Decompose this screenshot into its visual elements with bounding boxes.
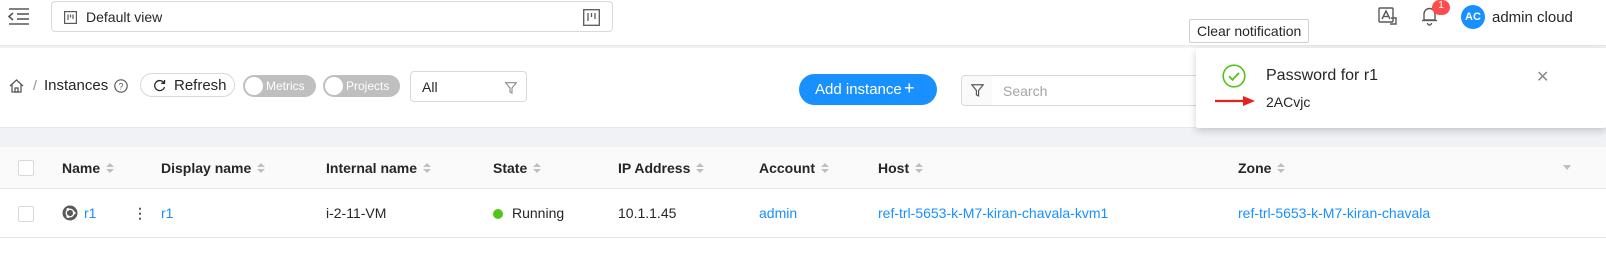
column-header-label: Host bbox=[878, 160, 910, 176]
toggle-knob bbox=[325, 77, 343, 95]
user-name[interactable]: admin cloud bbox=[1492, 9, 1573, 26]
column-header-internal-name[interactable]: Internal name bbox=[326, 160, 432, 176]
sort-icon[interactable] bbox=[821, 163, 829, 174]
state-label: Running bbox=[512, 205, 565, 221]
clear-notification-tooltip: Clear notification bbox=[1189, 19, 1310, 43]
column-header-label: Account bbox=[759, 160, 815, 176]
notification-title: Password for r1 bbox=[1266, 67, 1379, 84]
reload-icon bbox=[153, 79, 166, 95]
sort-icon[interactable] bbox=[696, 163, 705, 174]
notification-count-badge: 1 bbox=[1432, 0, 1450, 15]
column-header-host[interactable]: Host bbox=[878, 160, 924, 176]
sort-icon[interactable] bbox=[257, 163, 266, 174]
column-header-label: Zone bbox=[1238, 160, 1272, 176]
column-header-account[interactable]: Account bbox=[759, 160, 829, 176]
search-input[interactable] bbox=[992, 75, 1202, 106]
add-instance-button[interactable]: Add instance + bbox=[799, 74, 937, 105]
filter-select-value: All bbox=[422, 79, 438, 95]
toggle-knob bbox=[245, 77, 263, 95]
zone-link[interactable]: ref-trl-5653-k-M7-kiran-chavala bbox=[1238, 205, 1430, 221]
breadcrumb-separator: / bbox=[33, 77, 37, 93]
column-header-display-name[interactable]: Display name bbox=[161, 160, 266, 176]
table-row: r1 ⋮ r1 i-2-11-VM Running 10.1.1.45 admi… bbox=[0, 190, 1606, 238]
refresh-label: Refresh bbox=[174, 77, 227, 94]
red-arrow-annotation bbox=[1214, 94, 1256, 111]
select-all-checkbox[interactable] bbox=[18, 160, 34, 176]
table-header: Name Display name Internal name State IP… bbox=[0, 147, 1606, 189]
display-name-link[interactable]: r1 bbox=[161, 205, 173, 221]
breadcrumb-current-page: Instances bbox=[44, 77, 109, 94]
search-filter-button[interactable] bbox=[961, 75, 993, 106]
notification-popup: Password for r1 2ACvjc ✕ bbox=[1196, 48, 1606, 128]
column-menu-icon[interactable] bbox=[1563, 165, 1571, 170]
ip-address-cell: 10.1.1.45 bbox=[618, 205, 677, 221]
top-header: Default view Clear notification 1 AC adm… bbox=[0, 0, 1606, 46]
column-header-label: Name bbox=[62, 160, 101, 176]
filter-icon bbox=[504, 81, 518, 97]
project-board-icon bbox=[64, 11, 78, 27]
check-circle-icon bbox=[1222, 64, 1246, 91]
instances-table: Name Display name Internal name State IP… bbox=[0, 147, 1606, 253]
column-header-name[interactable]: Name bbox=[62, 160, 115, 176]
sort-icon[interactable] bbox=[106, 163, 115, 174]
project-board-icon[interactable] bbox=[583, 9, 600, 29]
sort-icon[interactable] bbox=[1277, 163, 1286, 174]
projects-toggle-label: Projects bbox=[346, 79, 390, 93]
row-checkbox[interactable] bbox=[18, 206, 34, 222]
column-header-label: State bbox=[493, 160, 528, 176]
refresh-button[interactable]: Refresh bbox=[140, 73, 235, 97]
instance-name-link[interactable]: r1 bbox=[84, 205, 96, 221]
account-link[interactable]: admin bbox=[759, 205, 797, 221]
column-header-state[interactable]: State bbox=[493, 160, 542, 176]
notification-message: 2ACvjc bbox=[1266, 94, 1311, 110]
state-cell: Running bbox=[493, 205, 564, 221]
svg-text:?: ? bbox=[118, 81, 123, 91]
view-selector[interactable]: Default view bbox=[51, 1, 613, 32]
avatar[interactable]: AC bbox=[1461, 5, 1485, 29]
view-selector-label: Default view bbox=[86, 9, 163, 25]
projects-toggle[interactable]: Projects bbox=[323, 75, 400, 97]
metrics-toggle-label: Metrics bbox=[266, 79, 305, 93]
close-icon[interactable]: ✕ bbox=[1536, 67, 1549, 87]
filter-select[interactable]: All bbox=[410, 71, 527, 102]
question-circle-icon[interactable]: ? bbox=[114, 79, 128, 96]
running-status-dot bbox=[493, 209, 503, 219]
ubuntu-icon bbox=[62, 205, 78, 224]
column-header-label: IP Address bbox=[618, 160, 691, 176]
more-vertical-icon[interactable]: ⋮ bbox=[133, 205, 147, 222]
sort-icon[interactable] bbox=[533, 163, 542, 174]
home-icon[interactable] bbox=[9, 79, 24, 96]
metrics-toggle[interactable]: Metrics bbox=[243, 75, 316, 97]
column-header-label: Display name bbox=[161, 160, 252, 176]
column-header-label: Internal name bbox=[326, 160, 418, 176]
column-header-ip-address[interactable]: IP Address bbox=[618, 160, 705, 176]
menu-fold-icon[interactable] bbox=[7, 7, 30, 25]
sort-icon[interactable] bbox=[423, 163, 432, 174]
translate-icon[interactable] bbox=[1378, 7, 1398, 28]
filter-icon bbox=[971, 84, 984, 97]
internal-name-cell: i-2-11-VM bbox=[326, 205, 387, 221]
plus-icon: + bbox=[904, 78, 915, 98]
host-link[interactable]: ref-trl-5653-k-M7-kiran-chavala-kvm1 bbox=[878, 205, 1108, 221]
column-header-zone[interactable]: Zone bbox=[1238, 160, 1286, 176]
add-instance-label: Add instance bbox=[815, 81, 902, 98]
sort-icon[interactable] bbox=[915, 163, 924, 174]
